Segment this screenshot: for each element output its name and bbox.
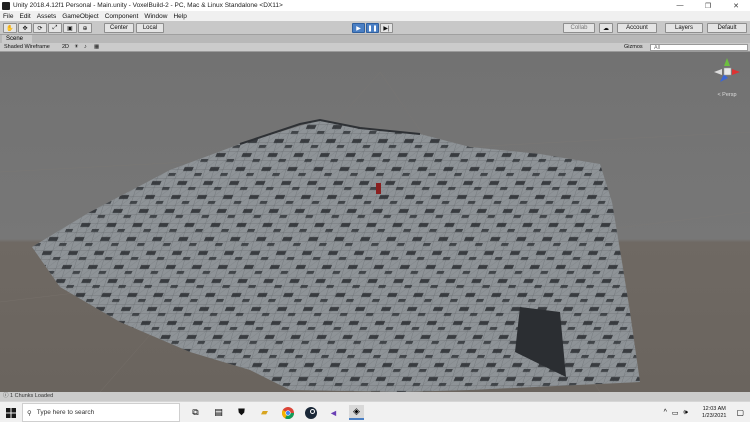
calculator-icon[interactable]: ▤: [211, 405, 226, 420]
scene-render: [0, 52, 750, 392]
rotate-tool-icon[interactable]: ⟳: [33, 23, 47, 33]
audio-icon[interactable]: ♪: [84, 44, 87, 51]
play-button[interactable]: ▶: [352, 23, 365, 33]
cloud-icon[interactable]: ☁: [599, 23, 613, 33]
volume-icon[interactable]: 🕪: [684, 409, 688, 417]
pivot-center-button[interactable]: Center: [104, 23, 134, 33]
scene-tab-strip: Scene: [0, 35, 750, 43]
security-shield-icon[interactable]: ⛊: [234, 405, 249, 420]
menu-gameobject[interactable]: GameObject: [62, 13, 99, 20]
windows-logo-icon: [6, 407, 16, 418]
chevron-up-icon[interactable]: ^: [664, 409, 667, 416]
task-view-icon[interactable]: ⧉: [188, 405, 203, 420]
layout-dropdown[interactable]: Default: [707, 23, 747, 33]
file-explorer-icon[interactable]: ▰: [257, 405, 272, 420]
menu-edit[interactable]: Edit: [19, 13, 30, 20]
system-tray: ^ ▭ 🕪 12:03 AM 1/23/2021 ▢: [664, 402, 750, 422]
scene-search-input[interactable]: All: [650, 44, 748, 51]
scene-orientation-gizmo[interactable]: < Persp: [712, 56, 742, 98]
chrome-icon[interactable]: [280, 405, 295, 420]
scene-toolbar: Shaded Wireframe 2D ☀ ♪ ▦ Gizmos All: [0, 43, 750, 52]
account-dropdown[interactable]: Account: [617, 23, 657, 33]
console-status-bar[interactable]: ⓘ 1 Chunks Loaded: [0, 392, 750, 401]
unity-taskbar-icon[interactable]: ◈: [349, 405, 364, 420]
tab-scene[interactable]: Scene: [2, 35, 32, 43]
steam-icon[interactable]: [303, 405, 318, 420]
toggle-2d-button[interactable]: 2D: [62, 44, 69, 51]
pause-button[interactable]: ❚❚: [366, 23, 379, 33]
transform-tool-icon[interactable]: ⊕: [78, 23, 92, 33]
menu-window[interactable]: Window: [144, 13, 167, 20]
menu-bar: File Edit Assets GameObject Component Wi…: [0, 11, 750, 21]
window-title-bar: Unity 2018.4.12f1 Personal - Main.unity …: [0, 0, 750, 11]
player-object[interactable]: [376, 183, 381, 194]
close-button[interactable]: ✕: [722, 0, 750, 11]
maximize-button[interactable]: ❐: [694, 0, 722, 11]
step-button[interactable]: ▶|: [380, 23, 393, 33]
collab-button[interactable]: Collab: [563, 23, 595, 33]
start-button[interactable]: [0, 402, 22, 422]
menu-file[interactable]: File: [3, 13, 13, 20]
unity-logo-icon: [2, 1, 10, 10]
gizmos-dropdown[interactable]: Gizmos: [624, 44, 643, 51]
scene-viewport[interactable]: < Persp: [0, 52, 750, 392]
pivot-local-button[interactable]: Local: [136, 23, 164, 33]
main-toolbar: ✋ ✥ ⟳ ⤢ ▣ ⊕ Center Local ▶ ❚❚ ▶| Collab …: [0, 21, 750, 35]
notifications-icon[interactable]: ▢: [736, 408, 744, 417]
scale-tool-icon[interactable]: ⤢: [48, 23, 62, 33]
rect-tool-icon[interactable]: ▣: [63, 23, 77, 33]
network-icon[interactable]: ▭: [672, 409, 679, 417]
status-message: 1 Chunks Loaded: [10, 393, 54, 399]
perspective-label[interactable]: < Persp: [712, 92, 742, 98]
visual-studio-icon[interactable]: ◄: [326, 405, 341, 420]
layers-dropdown[interactable]: Layers: [665, 23, 703, 33]
search-icon: ⚲: [27, 409, 32, 417]
lighting-icon[interactable]: ☀: [74, 44, 79, 51]
taskbar-clock[interactable]: 12:03 AM 1/23/2021: [702, 406, 726, 420]
shading-mode-dropdown[interactable]: Shaded Wireframe: [4, 44, 50, 51]
info-icon: ⓘ: [3, 393, 9, 399]
window-title: Unity 2018.4.12f1 Personal - Main.unity …: [13, 2, 283, 9]
move-tool-icon[interactable]: ✥: [18, 23, 32, 33]
taskbar-search-placeholder: Type here to search: [36, 409, 95, 416]
menu-component[interactable]: Component: [105, 13, 139, 20]
taskbar-search-box[interactable]: ⚲ Type here to search: [22, 403, 180, 422]
menu-assets[interactable]: Assets: [37, 13, 57, 20]
windows-taskbar: ⚲ Type here to search ⧉ ▤ ⛊ ▰ ◄ ◈ ^ ▭ 🕪 …: [0, 401, 750, 422]
clock-time: 12:03 AM: [702, 405, 726, 412]
clock-date: 1/23/2021: [701, 412, 727, 419]
menu-help[interactable]: Help: [173, 13, 186, 20]
window-controls: — ❐ ✕: [666, 0, 750, 11]
hand-tool-icon[interactable]: ✋: [3, 23, 17, 33]
effects-icon[interactable]: ▦: [94, 44, 99, 51]
minimize-button[interactable]: —: [666, 0, 694, 11]
